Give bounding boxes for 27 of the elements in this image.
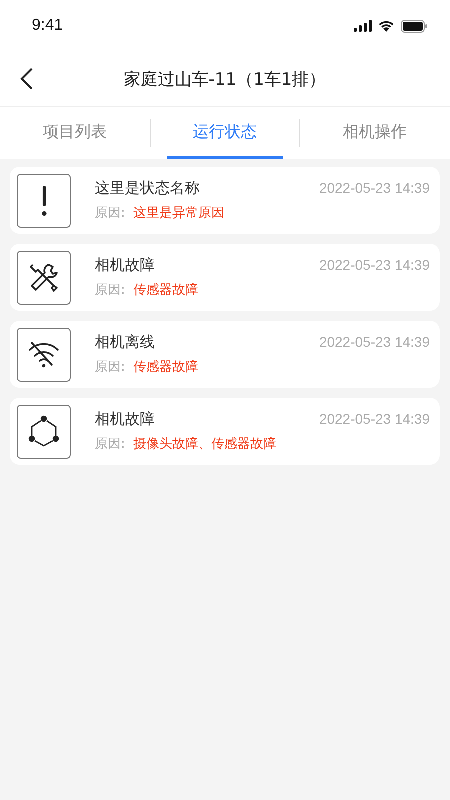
battery-icon	[401, 20, 428, 32]
status-name: 这里是状态名称	[95, 179, 200, 198]
hexagon-nodes-icon	[27, 414, 61, 448]
reason-label: 原因:	[95, 436, 126, 453]
status-time: 9:41	[32, 17, 64, 35]
timestamp: 2022-05-23 14:39	[319, 180, 430, 196]
wifi-off-icon	[27, 340, 61, 368]
reason-text: 传感器故障	[133, 359, 198, 376]
tab[interactable]: 相机操作	[300, 107, 450, 159]
reason-text: 摄像头故障、传感器故障	[133, 436, 276, 453]
reason-label: 原因:	[95, 205, 126, 222]
reason-label: 原因:	[95, 282, 126, 299]
reason-text: 这里是异常原因	[133, 205, 224, 222]
status-name: 相机故障	[95, 256, 155, 275]
page-title: 家庭过山车-11（1车1排）	[124, 68, 326, 90]
signal-icon	[354, 20, 372, 32]
tab[interactable]: 运行状态	[167, 107, 283, 159]
timestamp: 2022-05-23 14:39	[319, 411, 430, 427]
tab[interactable]: 项目列表	[0, 107, 150, 159]
wifi-icon	[378, 20, 395, 32]
status-name: 相机离线	[95, 333, 155, 352]
timestamp: 2022-05-23 14:39	[319, 334, 430, 350]
exclamation-icon	[42, 186, 46, 216]
status-name: 相机故障	[95, 410, 155, 429]
timestamp: 2022-05-23 14:39	[319, 257, 430, 273]
reason-label: 原因:	[95, 359, 126, 376]
reason-text: 传感器故障	[133, 282, 198, 299]
